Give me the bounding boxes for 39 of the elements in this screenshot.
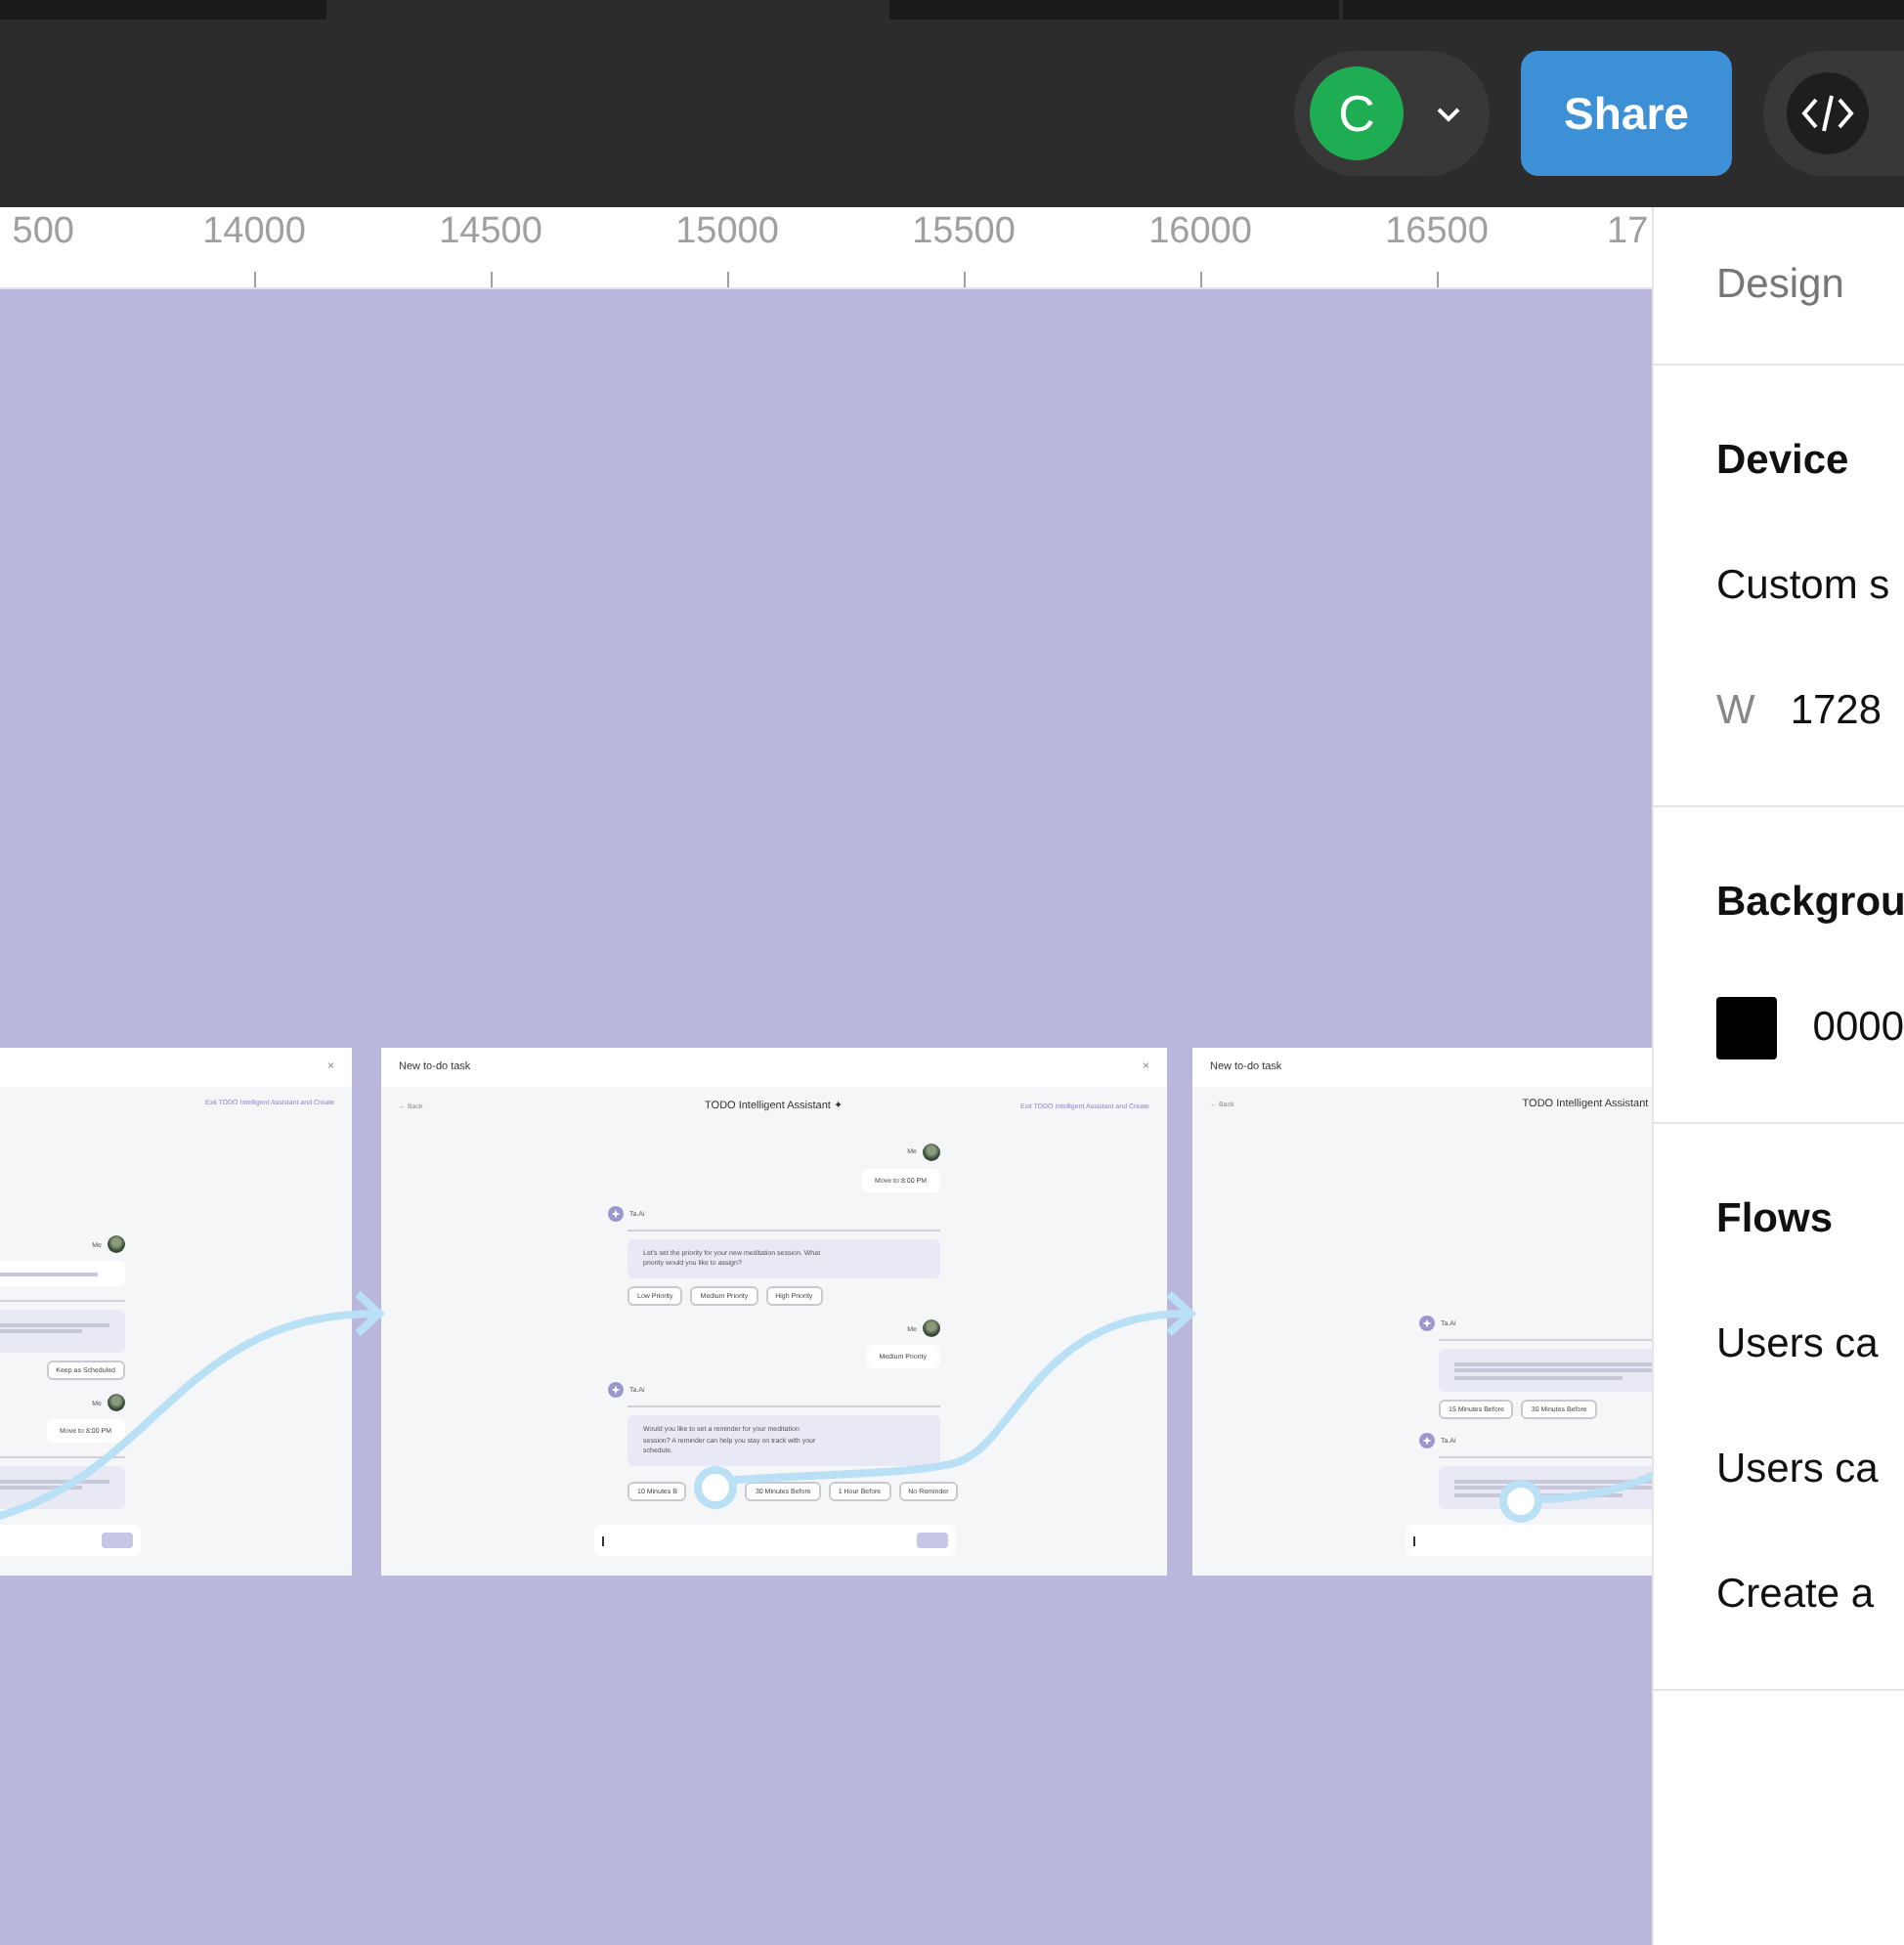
flow-connector[interactable] [1499, 1470, 1652, 1523]
panel-text: Custom s [1716, 563, 1890, 610]
ruler-label: 500 [12, 211, 74, 252]
user-avatar [108, 1235, 125, 1253]
assistant-avatar [608, 1382, 624, 1399]
user-avatar [923, 1319, 940, 1338]
ruler-label: 15000 [675, 211, 779, 252]
assistant-avatar [608, 1205, 624, 1222]
field-label: W [1716, 688, 1755, 735]
flow-connector[interactable] [0, 1291, 385, 1525]
user-avatar: C [1310, 66, 1404, 160]
ruler-label: 17 [1607, 211, 1649, 252]
connector-handle[interactable] [694, 1466, 738, 1509]
color-swatch[interactable] [1716, 997, 1778, 1059]
send-button[interactable] [101, 1533, 132, 1548]
width-field[interactable]: 1728 [1790, 688, 1882, 735]
panel-text: Users ca [1716, 1321, 1879, 1368]
section-title: Backgrou [1716, 880, 1904, 927]
color-hex-field[interactable]: 0000 [1812, 1005, 1904, 1052]
ruler-label: 15500 [912, 211, 1016, 252]
ruler-label: 16000 [1148, 211, 1252, 252]
chat-bubble [0, 1261, 125, 1286]
message-input[interactable] [593, 1525, 955, 1556]
ruler-label: 16500 [1385, 211, 1489, 252]
design-tab[interactable]: Design [1716, 262, 1844, 309]
app-frame[interactable] [381, 1048, 1167, 1576]
panel-text: Users ca [1716, 1447, 1879, 1493]
ruler-label: 14000 [202, 211, 306, 252]
assistant-avatar [1419, 1433, 1435, 1448]
ruler-label: 14500 [439, 211, 542, 252]
section-title: Flows [1716, 1196, 1834, 1243]
panel-text: Create a [1716, 1572, 1875, 1619]
user-avatar [923, 1143, 940, 1161]
chevron-down-icon [1435, 105, 1462, 122]
section-title: Device [1716, 438, 1849, 485]
send-button[interactable] [916, 1533, 947, 1548]
assistant-avatar [1419, 1316, 1435, 1331]
code-icon [1787, 72, 1869, 154]
user-avatar [108, 1394, 125, 1411]
